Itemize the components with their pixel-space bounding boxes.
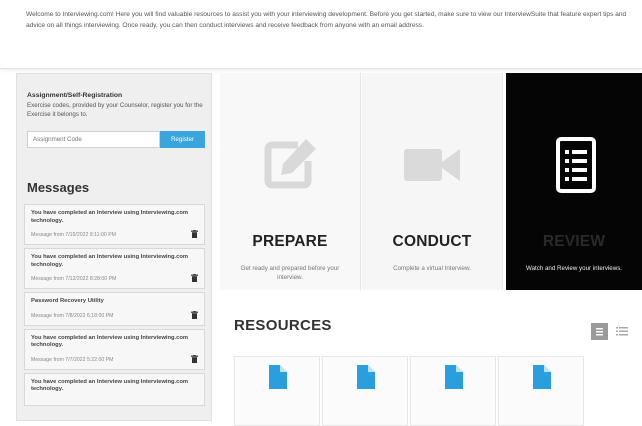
review-description: Watch and Review your interviews. — [525, 265, 623, 272]
message-meta: Message from 7/8/2022 6:18:00 PM — [31, 312, 114, 319]
registration-title: Assignment/Self-Registration — [27, 92, 123, 99]
prepare-title: PREPARE — [252, 233, 328, 250]
list-document-icon — [556, 137, 596, 193]
message-meta: Message from 7/7/2022 5:22:00 PM — [31, 356, 114, 363]
trash-icon[interactable] — [191, 274, 198, 282]
review-card[interactable]: REVIEW Watch and Review your interviews. — [506, 73, 642, 290]
trash-icon[interactable] — [191, 230, 198, 238]
message-subject: You have completed an Interview using In… — [31, 254, 189, 268]
message-subject: Password Recovery Utility — [31, 298, 104, 304]
message-item[interactable]: You have completed an Interview using In… — [24, 372, 205, 406]
welcome-text: Welcome to Interviewing.com! Here you wi… — [26, 11, 627, 29]
document-icon — [357, 365, 375, 389]
document-icon — [445, 365, 463, 389]
prepare-card[interactable]: PREPARE Get ready and prepared before yo… — [220, 73, 361, 290]
resources-title: RESOURCES — [234, 317, 332, 334]
resource-file[interactable] — [410, 356, 496, 426]
edit-icon — [264, 139, 316, 189]
resource-file[interactable] — [322, 356, 408, 426]
message-meta: Message from 7/12/2022 8:28:00 PM — [31, 276, 117, 282]
document-icon — [269, 365, 287, 389]
conduct-title: CONDUCT — [392, 233, 472, 250]
messages-list: You have completed an Interview using In… — [24, 204, 205, 409]
video-camera-icon — [404, 149, 460, 181]
registration-description: Exercise codes, provided by your Counsel… — [27, 102, 203, 118]
welcome-banner: Welcome to Interviewing.com! Here you wi… — [0, 0, 642, 69]
conduct-description: Complete a virtual Interview. — [393, 265, 471, 272]
conduct-card[interactable]: CONDUCT Complete a virtual Interview. — [362, 73, 503, 290]
document-icon — [533, 365, 551, 389]
grid-view-icon[interactable] — [591, 323, 608, 340]
trash-icon[interactable] — [191, 310, 198, 319]
message-meta: Message from 7/15/2022 8:11:00 PM — [31, 232, 116, 238]
resource-file[interactable] — [234, 356, 320, 426]
message-subject: You have completed an Interview using In… — [31, 210, 189, 224]
assignment-code-input[interactable] — [27, 131, 160, 148]
message-subject: You have completed an Interview using In… — [31, 334, 189, 349]
list-view-icon[interactable] — [616, 325, 628, 337]
trash-icon[interactable] — [191, 354, 198, 363]
message-subject: You have completed an Interview using In… — [31, 378, 189, 393]
messages-title: Messages — [27, 180, 90, 195]
register-button[interactable]: Register — [160, 131, 205, 148]
sidebar: Assignment/Self-Registration Exercise co… — [16, 73, 212, 421]
review-title: REVIEW — [542, 233, 606, 250]
message-item[interactable]: You have completed an Interview using In… — [24, 204, 205, 245]
resource-files — [228, 356, 642, 426]
message-item[interactable]: You have completed an Interview using In… — [24, 328, 205, 370]
message-item[interactable]: Password Recovery Utility Message from 7… — [24, 292, 205, 326]
resource-file[interactable] — [498, 356, 584, 426]
prepare-description: Get ready and prepared before your inter… — [240, 265, 340, 281]
message-item[interactable]: You have completed an Interview using In… — [24, 248, 205, 289]
resources-header: RESOURCES — [220, 297, 642, 347]
